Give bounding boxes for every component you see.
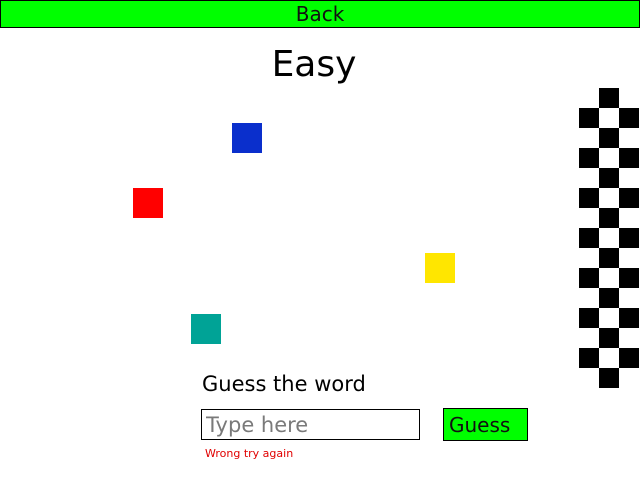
error-message: Wrong try again <box>205 447 294 460</box>
back-button-label: Back <box>295 2 345 26</box>
guess-button[interactable]: Guess <box>443 408 528 441</box>
guess-prompt: Guess the word <box>202 372 366 396</box>
red-block <box>133 188 163 218</box>
guess-input[interactable] <box>201 409 420 440</box>
yellow-block <box>425 253 455 283</box>
back-button[interactable]: Back <box>0 0 640 28</box>
teal-block <box>191 314 221 344</box>
blue-block <box>232 123 262 153</box>
checkered-finish-flag <box>579 88 639 388</box>
level-title: Easy <box>271 44 357 85</box>
